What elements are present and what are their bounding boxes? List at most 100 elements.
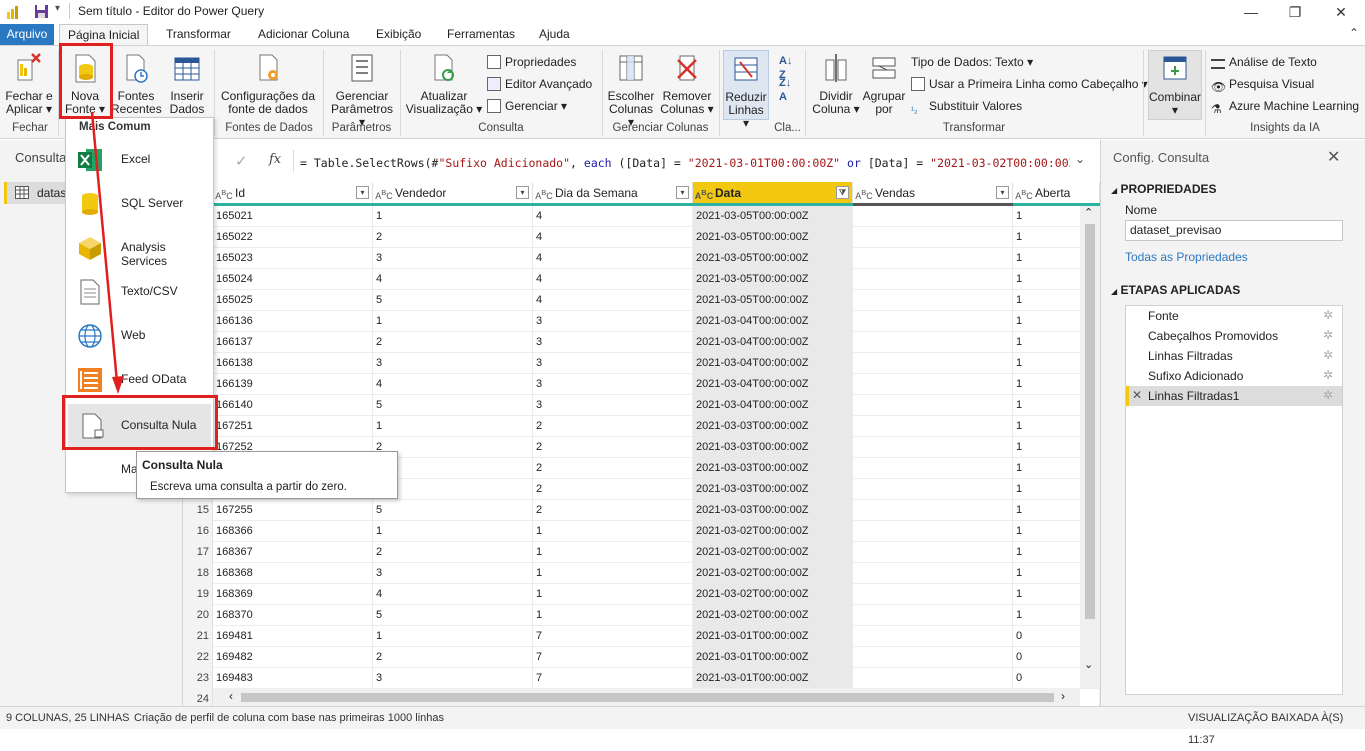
table-cell[interactable]: 169481 — [213, 626, 373, 647]
combine-button[interactable]: Combinar ▾ — [1148, 50, 1202, 120]
expand-formula-icon[interactable]: ⌄ — [1075, 152, 1085, 166]
table-cell[interactable]: 2 — [533, 416, 693, 437]
table-cell[interactable]: 165025 — [213, 290, 373, 311]
filter-dropdown-icon[interactable]: ▾ — [516, 186, 529, 199]
table-row[interactable]: 8166138332021-03-04T00:00:00Z1 — [183, 353, 1100, 374]
table-cell[interactable]: 165022 — [213, 227, 373, 248]
split-column-button[interactable]: Dividir Coluna ▾ — [810, 52, 862, 116]
tab-ajuda[interactable]: Ajuda — [531, 24, 578, 45]
table-cell[interactable]: 2021-03-04T00:00:00Z — [693, 332, 853, 353]
azure-ml-button[interactable]: ⚗ Azure Machine Learning — [1211, 96, 1359, 116]
table-row[interactable]: 19 168369 4 1 2021-03-02T00:00:00Z 1 — [183, 584, 1100, 605]
column-header-aberta[interactable]: ABC Aberta — [1013, 182, 1100, 204]
row-number[interactable]: 22 — [183, 647, 213, 668]
table-cell[interactable]: 166136 — [213, 311, 373, 332]
table-cell[interactable]: 3 — [533, 311, 693, 332]
table-cell[interactable]: 167251 — [213, 416, 373, 437]
table-cell[interactable]: 5 — [373, 605, 533, 626]
table-row[interactable]: 16 168366 1 1 2021-03-02T00:00:00Z 1 — [183, 521, 1100, 542]
table-cell[interactable]: 2021-03-01T00:00:00Z — [693, 626, 853, 647]
table-cell[interactable] — [853, 542, 1013, 563]
table-cell[interactable] — [853, 500, 1013, 521]
table-cell[interactable] — [853, 521, 1013, 542]
table-cell[interactable]: 2021-03-04T00:00:00Z — [693, 395, 853, 416]
row-number[interactable]: 15 — [183, 500, 213, 521]
tab-ferramentas[interactable]: Ferramentas — [439, 24, 523, 45]
scroll-left-icon[interactable]: ‹ — [229, 689, 233, 703]
table-cell[interactable]: 168370 — [213, 605, 373, 626]
step-item-selected[interactable]: ✕ Linhas Filtradas1 ✲ — [1126, 386, 1342, 406]
gear-icon[interactable]: ✲ — [1323, 388, 1333, 402]
maximize-icon[interactable]: ❐ — [1280, 2, 1310, 22]
tab-exibicao[interactable]: Exibição — [368, 24, 429, 45]
filter-dropdown-icon[interactable]: ▾ — [356, 186, 369, 199]
table-cell[interactable]: 166138 — [213, 353, 373, 374]
table-cell[interactable] — [853, 311, 1013, 332]
tab-arquivo[interactable]: Arquivo — [0, 24, 54, 45]
table-cell[interactable]: 2021-03-03T00:00:00Z — [693, 458, 853, 479]
table-cell[interactable]: 2021-03-03T00:00:00Z — [693, 500, 853, 521]
table-row[interactable]: 5165025542021-03-05T00:00:00Z1 — [183, 290, 1100, 311]
row-number[interactable]: 24 — [183, 689, 213, 706]
table-cell[interactable]: 5 — [373, 395, 533, 416]
step-item[interactable]: Cabeçalhos Promovidos ✲ — [1126, 326, 1342, 346]
row-number[interactable]: 19 — [183, 584, 213, 605]
text-analytics-button[interactable]: Análise de Texto — [1211, 52, 1317, 72]
gear-icon[interactable]: ✲ — [1323, 308, 1333, 322]
table-row[interactable]: 15 167255 5 2 2021-03-03T00:00:00Z 1 — [183, 500, 1100, 521]
minimize-icon[interactable]: — — [1236, 2, 1266, 22]
table-cell[interactable]: 166139 — [213, 374, 373, 395]
table-cell[interactable] — [853, 374, 1013, 395]
table-cell[interactable] — [853, 584, 1013, 605]
table-cell[interactable]: 2 — [533, 437, 693, 458]
horizontal-scroll-thumb[interactable] — [241, 693, 1054, 702]
table-cell[interactable]: 4 — [373, 374, 533, 395]
table-cell[interactable] — [853, 416, 1013, 437]
table-cell[interactable]: 2 — [533, 500, 693, 521]
group-by-button[interactable]: Agrupar por — [862, 52, 906, 116]
table-cell[interactable]: 2021-03-02T00:00:00Z — [693, 563, 853, 584]
table-cell[interactable]: 165024 — [213, 269, 373, 290]
all-properties-link[interactable]: Todas as Propriedades — [1125, 250, 1248, 264]
table-row[interactable]: 22 169482 2 7 2021-03-01T00:00:00Z 0 — [183, 647, 1100, 668]
table-cell[interactable]: 2021-03-03T00:00:00Z — [693, 479, 853, 500]
table-cell[interactable]: 2021-03-05T00:00:00Z — [693, 206, 853, 227]
scroll-up-icon[interactable]: ⌃ — [1084, 206, 1093, 219]
column-header-dia-semana[interactable]: ABC Dia da Semana ▾ — [533, 182, 693, 204]
table-cell[interactable]: 2021-03-03T00:00:00Z — [693, 437, 853, 458]
filter-dropdown-icon[interactable]: ▾ — [996, 186, 1009, 199]
column-header-vendedor[interactable]: ABC Vendedor ▾ — [373, 182, 533, 204]
table-cell[interactable]: 167255 — [213, 500, 373, 521]
step-item[interactable]: Fonte ✲ — [1126, 306, 1342, 326]
menu-item-excel[interactable]: Excel — [66, 138, 213, 182]
table-cell[interactable] — [853, 626, 1013, 647]
table-cell[interactable]: 3 — [533, 332, 693, 353]
table-cell[interactable]: 1 — [373, 521, 533, 542]
table-row[interactable]: 4165024442021-03-05T00:00:00Z1 — [183, 269, 1100, 290]
row-number[interactable]: 18 — [183, 563, 213, 584]
data-grid[interactable]: ABC Id ▾ ABC Vendedor ▾ ABC Dia da Semana ▾ AB… — [183, 182, 1100, 706]
fx-icon[interactable]: fx — [269, 152, 281, 167]
table-cell[interactable]: 2021-03-05T00:00:00Z — [693, 269, 853, 290]
table-cell[interactable]: 1 — [533, 521, 693, 542]
table-cell[interactable] — [853, 437, 1013, 458]
table-cell[interactable]: 4 — [533, 227, 693, 248]
filter-dropdown-icon[interactable]: ▾ — [676, 186, 689, 199]
table-cell[interactable]: 3 — [373, 353, 533, 374]
tab-adicionar-coluna[interactable]: Adicionar Coluna — [250, 24, 357, 45]
table-cell[interactable]: 5 — [373, 290, 533, 311]
row-number[interactable]: 17 — [183, 542, 213, 563]
data-type-dropdown[interactable]: Tipo de Dados: Texto ▾ — [911, 52, 1033, 72]
table-cell[interactable]: 3 — [373, 563, 533, 584]
commit-check-icon[interactable]: ✓ — [235, 152, 248, 170]
table-cell[interactable]: 1 — [533, 584, 693, 605]
table-cell[interactable]: 169482 — [213, 647, 373, 668]
table-cell[interactable]: 1 — [373, 626, 533, 647]
column-header-data[interactable]: ABC Data ⧩ — [693, 182, 853, 204]
table-cell[interactable] — [853, 395, 1013, 416]
table-cell[interactable]: 168367 — [213, 542, 373, 563]
table-row[interactable]: 6166136132021-03-04T00:00:00Z1 — [183, 311, 1100, 332]
table-cell[interactable]: 4 — [373, 584, 533, 605]
choose-columns-button[interactable]: Escolher Colunas ▾ — [605, 52, 657, 129]
collapse-arrow-icon[interactable]: ◢ — [1111, 186, 1117, 195]
